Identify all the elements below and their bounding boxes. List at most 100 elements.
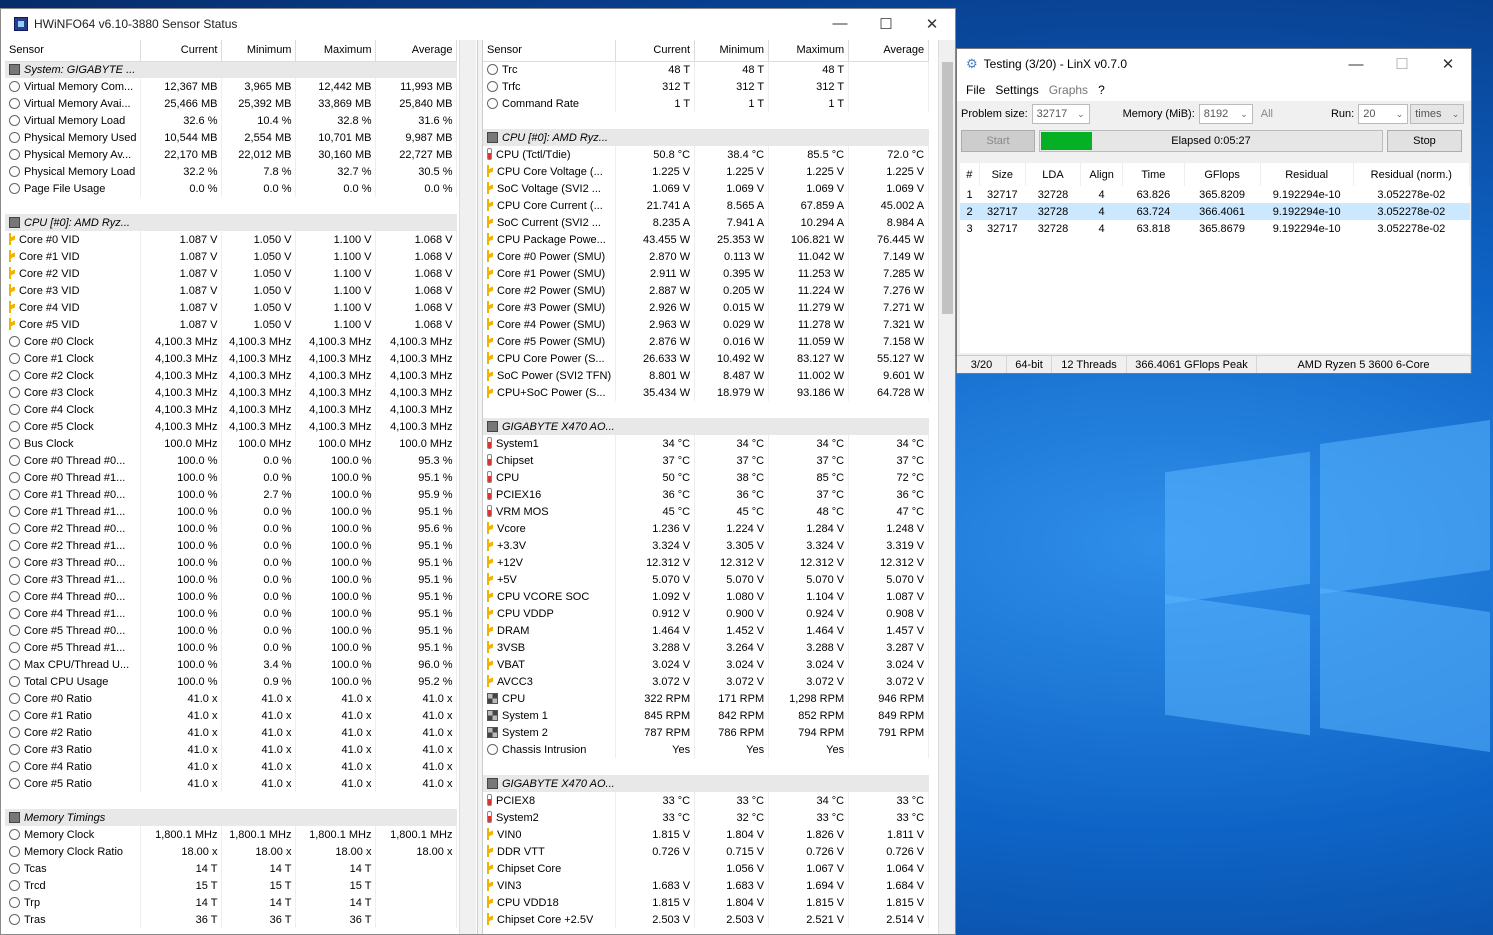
sensor-row[interactable]: Page File Usage 0.0 % 0.0 % 0.0 % 0.0 % (5, 180, 458, 197)
menu-graphs[interactable]: Graphs (1044, 83, 1093, 97)
hwinfo-titlebar[interactable]: HWiNFO64 v6.10-3880 Sensor Status — ☐ ✕ (1, 9, 955, 38)
sensor-row[interactable]: CPU Core Current (... 21.741 A 8.565 A 67.8… (483, 197, 930, 214)
sensor-row[interactable]: Core #1 Thread #0... 100.0 % 2.7 % 100.0 % 9… (5, 486, 458, 503)
sensor-row[interactable]: Core #0 Power (SMU) 2.870 W 0.113 W 11.042 … (483, 248, 930, 265)
problem-size-select[interactable]: 32717 ⌄ (1031, 104, 1090, 124)
sensor-row[interactable]: Core #4 Ratio 41.0 x 41.0 x 41.0 x 41.0 x (5, 758, 458, 775)
sensor-row[interactable]: Tcas 14 T 14 T 14 T (5, 860, 458, 877)
sensor-row[interactable]: +3.3V 3.324 V 3.305 V 3.324 V 3.319 V (483, 537, 930, 554)
sensor-row[interactable]: Virtual Memory Avai... 25,466 MB 25,392 MB… (5, 95, 458, 112)
column-header-maximum[interactable]: Maximum (768, 40, 850, 62)
sensor-row[interactable]: Core #5 Clock 4,100.3 MHz 4,100.3 MHz 4,100… (5, 418, 458, 435)
sensor-row[interactable]: Max CPU/Thread U... 100.0 % 3.4 % 100.0 % 96… (5, 656, 458, 673)
sensor-row[interactable]: PCIEX16 36 °C 36 °C 37 °C 36 °C (483, 486, 930, 503)
sensor-row[interactable]: Core #0 Thread #1... 100.0 % 0.0 % 100.0 % 9… (5, 469, 458, 486)
sensor-row[interactable]: Memory Clock 1,800.1 MHz 1,800.1 MHz 1,800.… (5, 826, 458, 843)
sensor-row[interactable]: Virtual Memory Load 32.6 % 10.4 % 32.8 % 31.… (5, 112, 458, 129)
results-header-2[interactable]: LDA (1025, 163, 1081, 186)
sensor-row[interactable]: System1 34 °C 34 °C 34 °C 34 °C (483, 435, 930, 452)
sensor-row[interactable]: Core #5 VID 1.087 V 1.050 V 1.100 V 1.068 V (5, 316, 458, 333)
sensor-row[interactable]: VBAT 3.024 V 3.024 V 3.024 V 3.024 V (483, 656, 930, 673)
sensor-row[interactable]: Core #1 Thread #1... 100.0 % 0.0 % 100.0 % 9… (5, 503, 458, 520)
sensor-row[interactable]: SoC Voltage (SVI2 ... 1.069 V 1.069 V 1.069… (483, 180, 930, 197)
sensor-group-header[interactable]: System: GIGABYTE ... (5, 61, 457, 78)
linx-maximize-button[interactable]: ☐ (1379, 50, 1425, 79)
sensor-row[interactable]: CPU Package Powe... 43.455 W 25.353 W 106.8… (483, 231, 930, 248)
sensor-row[interactable]: Core #4 Thread #0... 100.0 % 0.0 % 100.0 % 9… (5, 588, 458, 605)
sensor-row[interactable]: VRM MOS 45 °C 45 °C 48 °C 47 °C (483, 503, 930, 520)
result-row[interactable]: 1 32717 32728 4 63.826 365.8209 9.192294e-10 3.… (960, 186, 1470, 203)
minimize-button[interactable]: — (817, 9, 863, 38)
column-header-current[interactable]: Current (615, 40, 696, 62)
menu-file[interactable]: File (961, 83, 990, 97)
sensor-row[interactable]: 3VSB 3.288 V 3.264 V 3.288 V 3.287 V (483, 639, 930, 656)
sensor-row[interactable]: PCIEX8 33 °C 33 °C 34 °C 33 °C (483, 792, 930, 809)
sensor-row[interactable]: Core #3 Ratio 41.0 x 41.0 x 41.0 x 41.0 x (5, 741, 458, 758)
linx-titlebar[interactable]: ⚙ Testing (3/20) - LinX v0.7.0 — ☐ ✕ (957, 49, 1471, 79)
results-header-6[interactable]: Residual (1260, 163, 1354, 186)
sensor-row[interactable]: Core #5 Ratio 41.0 x 41.0 x 41.0 x 41.0 x (5, 775, 458, 792)
sensor-row[interactable]: Core #2 Clock 4,100.3 MHz 4,100.3 MHz 4,100… (5, 367, 458, 384)
menu-help[interactable]: ? (1093, 83, 1110, 97)
column-header-sensor[interactable]: Sensor (5, 40, 142, 62)
run-select[interactable]: 20 ⌄ (1358, 104, 1409, 124)
sensor-row[interactable]: Core #0 Ratio 41.0 x 41.0 x 41.0 x 41.0 x (5, 690, 458, 707)
start-button[interactable]: Start (961, 130, 1035, 152)
sensor-row[interactable]: Core #2 VID 1.087 V 1.050 V 1.100 V 1.068 V (5, 265, 458, 282)
left-scrollbar[interactable] (459, 40, 476, 934)
sensor-row[interactable]: Core #2 Power (SMU) 2.887 W 0.205 W 11.224 … (483, 282, 930, 299)
sensor-row[interactable]: CPU Core Voltage (... 1.225 V 1.225 V 1.225… (483, 163, 930, 180)
sensor-row[interactable]: Core #1 VID 1.087 V 1.050 V 1.100 V 1.068 V (5, 248, 458, 265)
column-header-current[interactable]: Current (140, 40, 223, 62)
sensor-row[interactable]: Core #5 Thread #0... 100.0 % 0.0 % 100.0 % 9… (5, 622, 458, 639)
column-header-sensor[interactable]: Sensor (483, 40, 617, 62)
sensor-row[interactable]: Trfc 312 T 312 T 312 T (483, 78, 930, 95)
sensor-group-header[interactable]: CPU [#0]: AMD Ryz... (5, 214, 457, 231)
right-scrollbar-thumb[interactable] (942, 62, 953, 314)
sensor-row[interactable]: Chipset Core 1.056 V 1.067 V 1.064 V (483, 860, 930, 877)
sensor-row[interactable]: Core #4 Power (SMU) 2.963 W 0.029 W 11.278 … (483, 316, 930, 333)
sensor-row[interactable]: Core #3 Thread #0... 100.0 % 0.0 % 100.0 % 9… (5, 554, 458, 571)
sensor-row[interactable]: Chassis Intrusion Yes Yes Yes (483, 741, 930, 758)
sensor-row[interactable]: Core #1 Power (SMU) 2.911 W 0.395 W 11.253 … (483, 265, 930, 282)
sensor-row[interactable]: Trc 48 T 48 T 48 T (483, 61, 930, 78)
sensor-row[interactable]: Physical Memory Av... 22,170 MB 22,012 MB 3… (5, 146, 458, 163)
sensor-row[interactable]: +12V 12.312 V 12.312 V 12.312 V 12.312 V (483, 554, 930, 571)
sensor-row[interactable]: SoC Current (SVI2 ... 8.235 A 7.941 A 10.29… (483, 214, 930, 231)
column-header-maximum[interactable]: Maximum (295, 40, 377, 62)
all-checkbox-label[interactable]: All (1261, 108, 1273, 120)
sensor-row[interactable]: Core #5 Thread #1... 100.0 % 0.0 % 100.0 % 9… (5, 639, 458, 656)
memory-select[interactable]: 8192 ⌄ (1198, 104, 1253, 124)
sensor-row[interactable]: VIN0 1.815 V 1.804 V 1.826 V 1.811 V (483, 826, 930, 843)
right-scrollbar[interactable] (938, 40, 955, 934)
sensor-row[interactable]: Physical Memory Used 10,544 MB 2,554 MB 10,… (5, 129, 458, 146)
linx-close-button[interactable]: ✕ (1425, 50, 1471, 79)
results-header-3[interactable]: Align (1080, 163, 1124, 186)
sensor-row[interactable]: Core #3 Thread #1... 100.0 % 0.0 % 100.0 % 9… (5, 571, 458, 588)
sensor-row[interactable]: CPU VDD18 1.815 V 1.804 V 1.815 V 1.815 V (483, 894, 930, 911)
sensor-row[interactable]: Trp 14 T 14 T 14 T (5, 894, 458, 911)
sensor-row[interactable]: System2 33 °C 32 °C 33 °C 33 °C (483, 809, 930, 826)
sensor-group-header[interactable]: CPU [#0]: AMD Ryz... (483, 129, 929, 146)
sensor-row[interactable]: CPU (Tctl/Tdie) 50.8 °C 38.4 °C 85.5 °C 72.0… (483, 146, 930, 163)
sensor-row[interactable]: Core #5 Power (SMU) 2.876 W 0.016 W 11.059 … (483, 333, 930, 350)
sensor-row[interactable]: Chipset 37 °C 37 °C 37 °C 37 °C (483, 452, 930, 469)
result-row[interactable]: 3 32717 32728 4 63.818 365.8679 9.192294e-10 3.… (960, 220, 1470, 237)
sensor-row[interactable]: Vcore 1.236 V 1.224 V 1.284 V 1.248 V (483, 520, 930, 537)
sensor-group-header[interactable]: Memory Timings (5, 809, 457, 826)
sensor-row[interactable]: Core #3 Clock 4,100.3 MHz 4,100.3 MHz 4,100… (5, 384, 458, 401)
sensor-row[interactable]: AVCC3 3.072 V 3.072 V 3.072 V 3.072 V (483, 673, 930, 690)
sensor-group-header[interactable]: GIGABYTE X470 AO... (483, 775, 929, 792)
column-header-average[interactable]: Average (848, 40, 930, 62)
column-header-minimum[interactable]: Minimum (694, 40, 770, 62)
sensor-row[interactable]: Trcd 15 T 15 T 15 T (5, 877, 458, 894)
sensor-row[interactable]: DDR VTT 0.726 V 0.715 V 0.726 V 0.726 V (483, 843, 930, 860)
column-header-average[interactable]: Average (375, 40, 458, 62)
result-row[interactable]: 2 32717 32728 4 63.724 366.4061 9.192294e-10 3.… (960, 203, 1470, 220)
sensor-row[interactable]: CPU 50 °C 38 °C 85 °C 72 °C (483, 469, 930, 486)
close-button[interactable]: ✕ (909, 9, 955, 38)
results-header-0[interactable]: # (960, 163, 980, 186)
menu-settings[interactable]: Settings (990, 83, 1043, 97)
sensor-row[interactable]: Core #1 Clock 4,100.3 MHz 4,100.3 MHz 4,100… (5, 350, 458, 367)
results-header-7[interactable]: Residual (norm.) (1353, 163, 1471, 186)
